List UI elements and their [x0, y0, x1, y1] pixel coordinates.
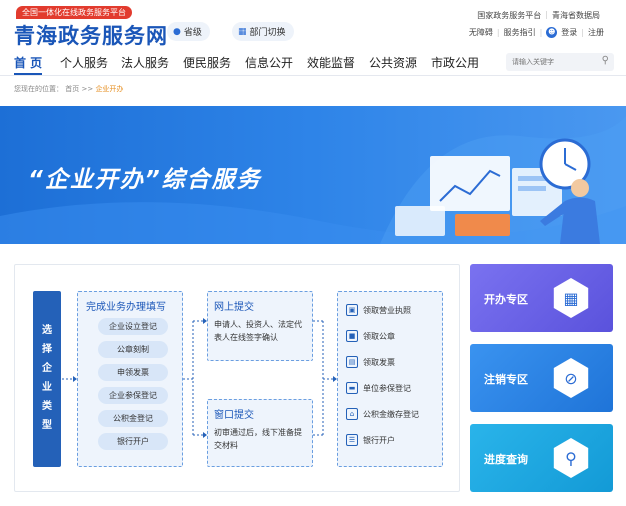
dept-label: 部门切换 — [249, 28, 286, 38]
building-icon: ▦ — [553, 278, 589, 318]
site-header: 全国一体化在线政务服务平台 青海政务服务网 ● 省级 ▦ 部门切换 国家政务服务… — [0, 0, 626, 50]
seal-icon: ■ — [346, 330, 358, 342]
zone-cancellation-label: 注销专区 — [484, 373, 528, 386]
select-label: 选择企业类型 — [42, 325, 52, 431]
login-link[interactable]: 登录 — [561, 27, 577, 38]
item-insurance-registration[interactable]: 企业参保登记 — [98, 387, 168, 404]
result-insurance: ▬ 单位参保登记 — [346, 382, 411, 394]
nav-utilities[interactable]: 市政公用 — [431, 54, 479, 71]
breadcrumb-prefix: 您现在的位置： — [14, 85, 63, 93]
license-icon: ▣ — [346, 304, 358, 316]
region-label: 省级 — [183, 28, 202, 38]
online-submit-title: 网上提交 — [214, 302, 254, 313]
item-housing-fund-registration[interactable]: 公积金登记 — [98, 410, 168, 427]
dept-switch[interactable]: ▦ 部门切换 — [232, 22, 294, 41]
location-icon: ● — [173, 26, 181, 37]
window-submit-box: 窗口提交 初审通过后，线下准备提交材料 — [207, 399, 313, 467]
nav-personal[interactable]: 个人服务 — [60, 54, 108, 71]
item-enterprise-registration[interactable]: 企业设立登记 — [98, 318, 168, 335]
building-small-icon: ▦ — [238, 26, 247, 37]
cancel-building-icon: ⊘ — [553, 358, 589, 398]
zone-progress[interactable]: 进度查询 ⚲ — [470, 424, 613, 492]
nav-legal[interactable]: 法人服务 — [121, 54, 169, 71]
breadcrumb-current: 企业开办 — [95, 85, 124, 93]
data-bureau-link[interactable]: 青海省数据局 — [552, 10, 600, 21]
invoice-icon: ▤ — [346, 356, 358, 368]
hero-banner: “企业开办”综合服务 — [0, 106, 626, 244]
search-input[interactable] — [506, 53, 614, 71]
zone-cancellation[interactable]: 注销专区 ⊘ — [470, 344, 613, 412]
zone-progress-label: 进度查询 — [484, 453, 528, 466]
service-guide-link[interactable]: 服务指引 — [504, 27, 536, 38]
banner-title: “企业开办”综合服务 — [28, 167, 262, 193]
results-box: ▣ 领取营业执照 ■ 领取公章 ▤ 领取发票 ▬ 单位参保登记 ⌂ 公积金缴存登记 ☰ 银行… — [337, 291, 443, 467]
zone-opening[interactable]: 开办专区 ▦ — [470, 264, 613, 332]
item-bank-account[interactable]: 银行开户 — [98, 433, 168, 450]
id-card-icon: ▬ — [346, 382, 358, 394]
search-icon[interactable]: ⚲ — [602, 55, 609, 66]
online-submit-box: 网上提交 申请人、投资人、法定代表人在线签字确认 — [207, 291, 313, 361]
window-submit-desc: 初审通过后，线下准备提交材料 — [214, 428, 302, 450]
result-seal: ■ 领取公章 — [346, 330, 395, 342]
nav-supervision[interactable]: 效能监督 — [307, 54, 355, 71]
house-icon: ⌂ — [346, 408, 358, 420]
nav-info[interactable]: 信息公开 — [245, 54, 293, 71]
region-switch[interactable]: ● 省级 — [167, 22, 210, 41]
zone-opening-label: 开办专区 — [484, 293, 528, 306]
register-link[interactable]: 注册 — [588, 27, 604, 38]
result-housing-fund: ⌂ 公积金缴存登记 — [346, 408, 419, 420]
access-links: 无障碍 | 服务指引 | ☻ 登录 | 注册 — [468, 27, 604, 38]
select-enterprise-type[interactable]: 选择企业类型 — [33, 291, 61, 467]
result-invoice: ▤ 领取发票 — [346, 356, 395, 368]
platform-tagline: 全国一体化在线政务服务平台 — [16, 6, 132, 19]
result-bank: ☰ 银行开户 — [346, 434, 395, 446]
fill-form-title: 完成业务办理填写 — [86, 302, 166, 313]
breadcrumb-sep: >> — [81, 85, 94, 93]
window-submit-title: 窗口提交 — [214, 410, 254, 421]
nav-resources[interactable]: 公共资源 — [369, 54, 417, 71]
process-flow-card: 选择企业类型 完成业务办理填写 企业设立登记 公章刻制 申领发票 企业参保登记 … — [14, 264, 460, 492]
fill-form-box: 完成业务办理填写 企业设立登记 公章刻制 申领发票 企业参保登记 公积金登记 银… — [77, 291, 183, 467]
search-doc-icon: ⚲ — [553, 438, 589, 478]
bank-icon: ☰ — [346, 434, 358, 446]
online-submit-desc: 申请人、投资人、法定代表人在线签字确认 — [214, 320, 302, 342]
accessibility-link[interactable]: 无障碍 — [469, 27, 493, 38]
item-invoice-apply[interactable]: 申领发票 — [98, 364, 168, 381]
site-logo-title[interactable]: 青海政务服务网 — [14, 20, 168, 50]
top-links: 国家政务服务平台 | 青海省数据局 — [477, 10, 600, 21]
nav-home[interactable]: 首 页 — [14, 54, 42, 71]
user-icon: ☻ — [546, 27, 558, 38]
nav-active-indicator — [14, 73, 42, 75]
service-section: 选择企业类型 完成业务办理填写 企业设立登记 公章刻制 申领发票 企业参保登记 … — [0, 262, 626, 506]
breadcrumb: 您现在的位置： 首页 >> 企业开办 — [14, 84, 123, 94]
national-platform-link[interactable]: 国家政务服务平台 — [477, 10, 541, 21]
breadcrumb-home[interactable]: 首页 — [65, 85, 79, 93]
item-seal-carving[interactable]: 公章刻制 — [98, 341, 168, 358]
result-business-license: ▣ 领取营业执照 — [346, 304, 411, 316]
nav-convenience[interactable]: 便民服务 — [183, 54, 231, 71]
